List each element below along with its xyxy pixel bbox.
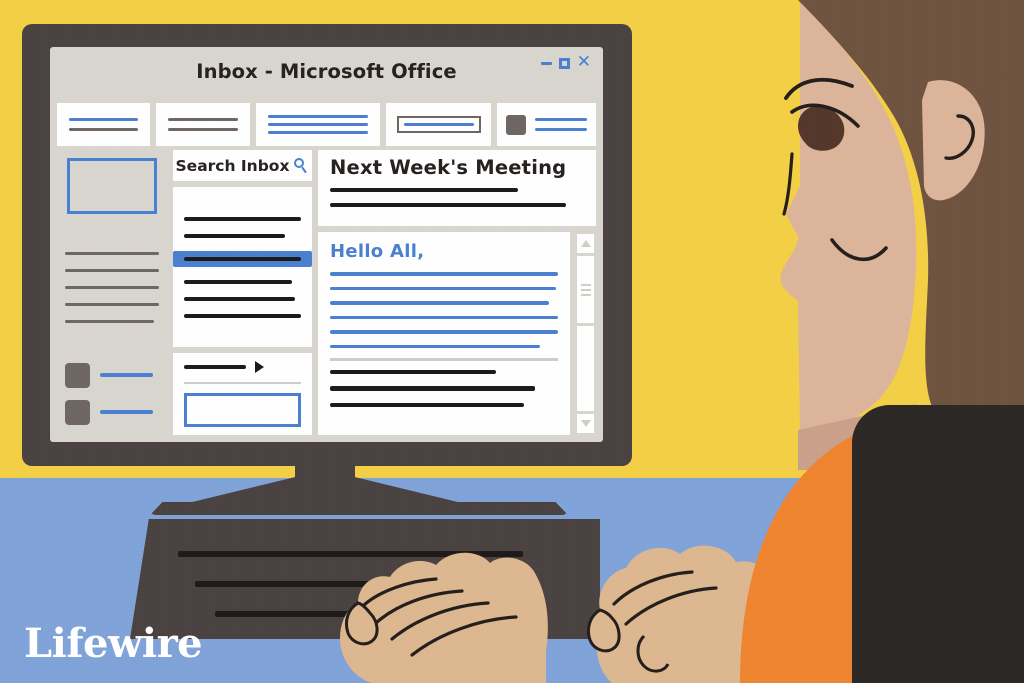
account-avatar-icon <box>65 399 90 425</box>
body-line <box>330 344 540 348</box>
sidebar-item-inbox[interactable] <box>65 251 159 255</box>
scrollbar[interactable] <box>575 232 596 435</box>
body-line <box>330 272 558 276</box>
ribbon-line <box>268 123 369 126</box>
account-label <box>100 410 153 414</box>
scrollbar-track[interactable] <box>577 326 594 411</box>
meta-line <box>330 203 567 207</box>
ribbon-line <box>268 115 369 118</box>
email-greeting: Hello All, <box>330 241 425 262</box>
window-titlebar: Inbox - Microsoft Office ✕ <box>50 47 603 103</box>
reading-pane-body-wrap: Hello All, <box>318 232 596 435</box>
ribbon-swatch-icon <box>506 114 527 135</box>
ribbon-line <box>535 128 587 131</box>
body-line <box>330 330 558 334</box>
list-item[interactable] <box>173 313 312 318</box>
message-rows <box>173 187 312 347</box>
meta-line <box>330 188 518 192</box>
illustration-scene: Inbox - Microsoft Office ✕ Search Inbox … <box>0 0 1024 683</box>
signature-line <box>330 369 497 374</box>
computer-monitor: Inbox - Microsoft Office ✕ Search Inbox … <box>22 24 632 466</box>
compose-label <box>184 365 246 369</box>
scrollbar-thumb[interactable] <box>577 256 594 323</box>
ribbon-button-reply[interactable] <box>156 103 251 146</box>
ribbon-line <box>268 131 369 134</box>
email-body: Hello All, <box>318 232 570 435</box>
compose-field[interactable] <box>184 393 301 427</box>
reading-pane: Next Week's Meeting Hello All, <box>318 150 596 435</box>
sidebar-accounts <box>57 352 167 435</box>
message-list-panel: Search Inbox <box>173 150 312 435</box>
search-icon <box>294 158 309 174</box>
search-label: Search Inbox <box>175 156 290 175</box>
email-meta-lines <box>330 188 584 207</box>
sidebar-account-item[interactable] <box>65 399 159 425</box>
body-line <box>330 315 558 319</box>
ribbon-button-account[interactable] <box>497 103 596 146</box>
divider <box>184 382 301 384</box>
sidebar-folder-list <box>57 228 167 346</box>
play-triangle-icon[interactable] <box>255 361 264 373</box>
ribbon-search-field[interactable] <box>386 103 492 146</box>
folder-preview-box <box>67 158 157 214</box>
reading-pane-header: Next Week's Meeting <box>318 150 596 226</box>
close-icon[interactable]: ✕ <box>577 54 591 71</box>
brand-logo: Lifewire <box>24 620 203 667</box>
signature-line <box>330 402 524 407</box>
minimize-icon[interactable] <box>540 62 552 65</box>
list-item[interactable] <box>173 216 312 221</box>
sidebar-account-item[interactable] <box>65 362 159 388</box>
body-line <box>330 286 556 290</box>
window-controls: ✕ <box>540 54 591 71</box>
ribbon-line <box>168 128 239 131</box>
window-title: Inbox - Microsoft Office <box>196 60 457 83</box>
ribbon-line <box>69 118 139 121</box>
ribbon-toolbar <box>57 103 596 146</box>
ribbon-button-new-email[interactable] <box>57 103 151 146</box>
sidebar-item-archive[interactable] <box>65 319 155 323</box>
window-body: Search Inbox Next Week's Meeting Hello A… <box>57 150 596 435</box>
sidebar-folder-preview[interactable] <box>57 150 167 222</box>
compose-header[interactable] <box>184 361 301 373</box>
account-avatar-icon <box>65 362 90 388</box>
ribbon-line-group <box>535 118 587 131</box>
ribbon-line <box>403 123 474 126</box>
search-input[interactable]: Search Inbox <box>173 150 312 181</box>
ribbon-field-outline <box>396 116 481 133</box>
body-line <box>330 301 549 305</box>
email-subject: Next Week's Meeting <box>330 156 567 179</box>
account-label <box>100 373 153 377</box>
list-item[interactable] <box>173 233 312 238</box>
list-item[interactable] <box>173 279 312 284</box>
email-signature-lines <box>330 369 558 407</box>
signature-line <box>330 386 536 391</box>
divider <box>330 358 558 361</box>
scroll-up-arrow-icon[interactable] <box>577 234 594 253</box>
ribbon-button-move[interactable] <box>256 103 381 146</box>
sidebar-navigation <box>57 150 167 435</box>
ribbon-line <box>535 118 587 121</box>
sidebar-item-sent[interactable] <box>65 285 159 289</box>
list-item-selected[interactable] <box>173 250 312 267</box>
maximize-icon[interactable] <box>558 58 570 69</box>
sidebar-item-deleted[interactable] <box>65 302 159 306</box>
list-item[interactable] <box>173 296 312 301</box>
left-hand <box>340 552 548 683</box>
scrollbar-grip-icon <box>580 283 591 296</box>
chair-back <box>852 405 1024 683</box>
ribbon-line <box>69 128 139 131</box>
compose-panel <box>173 353 312 435</box>
email-body-lines <box>330 272 558 348</box>
ribbon-line <box>168 118 239 121</box>
scroll-down-arrow-icon[interactable] <box>577 414 594 433</box>
monitor-screen: Inbox - Microsoft Office ✕ Search Inbox … <box>50 47 603 442</box>
sidebar-item-drafts[interactable] <box>65 268 159 272</box>
